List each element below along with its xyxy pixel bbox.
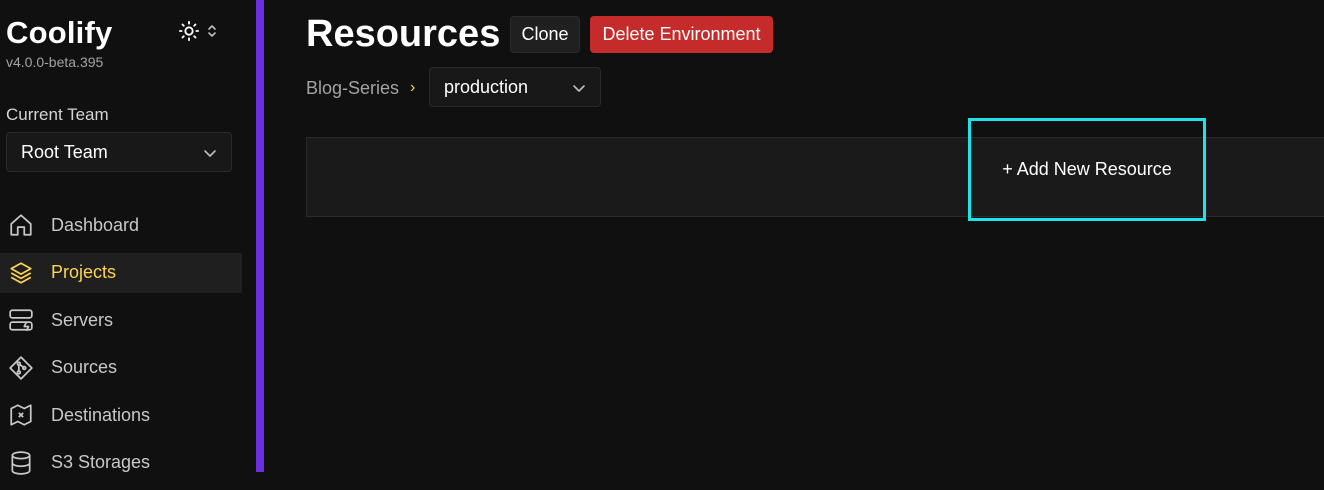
- add-new-resource-button[interactable]: + Add New Resource: [968, 118, 1206, 221]
- team-select[interactable]: Root Team: [6, 132, 232, 172]
- delete-environment-button[interactable]: Delete Environment: [590, 16, 773, 53]
- sidebar-nav: Dashboard Projects Servers Sources Desti…: [0, 205, 242, 490]
- breadcrumb-project-link[interactable]: Blog-Series: [306, 78, 399, 99]
- team-select-value: Root Team: [21, 141, 108, 162]
- current-team-label: Current Team: [6, 105, 109, 124]
- sidebar-item-label: Dashboard: [51, 214, 140, 235]
- sidebar-divider: [256, 0, 264, 472]
- layers-icon: [0, 260, 51, 286]
- map-icon: [0, 402, 51, 428]
- breadcrumb-separator: ›: [410, 79, 416, 96]
- chevron-down-icon: [572, 77, 586, 98]
- sidebar-item-servers[interactable]: Servers: [0, 300, 242, 340]
- environment-select[interactable]: production: [429, 67, 601, 107]
- chevron-down-icon: [203, 142, 217, 163]
- sidebar-item-destinations[interactable]: Destinations: [0, 395, 242, 435]
- theme-toggle[interactable]: [178, 18, 226, 44]
- sidebar: Coolify v4.0.0-beta.395 Current Team Roo…: [0, 0, 256, 475]
- sidebar-item-label: Projects: [51, 262, 117, 282]
- sidebar-item-label: Servers: [51, 309, 114, 330]
- git-icon: [0, 355, 51, 381]
- sidebar-item-label: Sources: [51, 357, 118, 377]
- sidebar-item-label: S3 Storages: [51, 452, 151, 472]
- app-version: v4.0.0-beta.395: [6, 54, 104, 70]
- sun-icon: [178, 20, 200, 42]
- sidebar-item-sources[interactable]: Sources: [0, 348, 242, 388]
- clone-button[interactable]: Clone: [510, 16, 580, 53]
- environment-select-value: production: [444, 76, 529, 97]
- page-title: Resources: [306, 13, 501, 55]
- main-content: Resources Clone Delete Environment Blog-…: [264, 0, 1324, 472]
- sidebar-item-projects[interactable]: Projects: [0, 252, 242, 293]
- chevron-up-down-icon: [206, 23, 218, 39]
- sidebar-item-dashboard[interactable]: Dashboard: [0, 205, 242, 245]
- app-logo-text[interactable]: Coolify: [6, 15, 112, 51]
- sidebar-item-s3-storages[interactable]: S3 Storages: [0, 443, 242, 483]
- sidebar-item-label: Destinations: [51, 404, 151, 425]
- home-icon: [0, 212, 51, 238]
- server-icon: [0, 307, 51, 333]
